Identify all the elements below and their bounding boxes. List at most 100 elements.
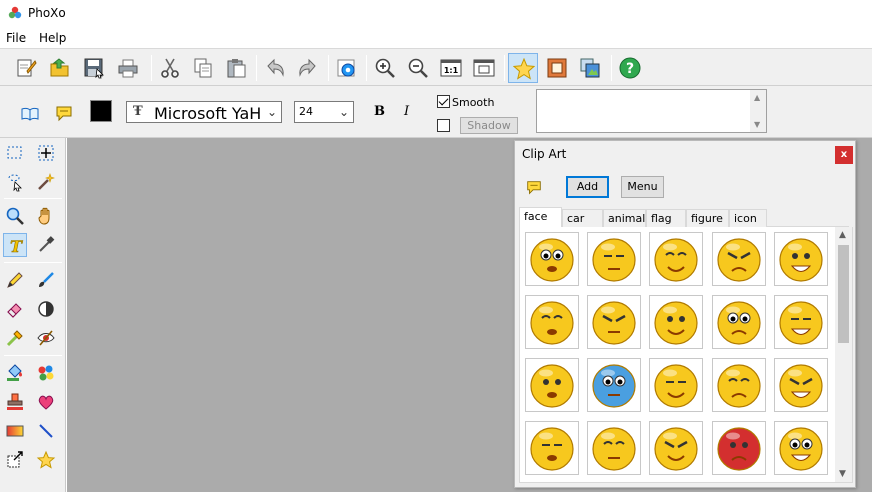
hand-tool[interactable] (34, 204, 58, 228)
zoom-tool[interactable] (3, 204, 27, 228)
clip-art-face-item[interactable] (525, 295, 579, 349)
frame-button[interactable] (542, 53, 572, 83)
book-icon[interactable] (20, 104, 40, 124)
clip-art-face-item[interactable] (712, 232, 766, 286)
smudge-tool[interactable] (3, 326, 27, 350)
clip-art-face-item[interactable] (649, 421, 703, 475)
print-button[interactable] (113, 53, 143, 83)
cut-button[interactable] (155, 53, 185, 83)
text-input-scrollbar[interactable]: ▲ ▼ (750, 90, 766, 132)
redo-button[interactable] (293, 53, 323, 83)
italic-button[interactable]: I (404, 104, 409, 119)
clip-art-face-item[interactable] (649, 232, 703, 286)
clip-art-grid: ▲ ▼ (519, 227, 853, 483)
open-button[interactable] (45, 53, 75, 83)
clip-art-face-item[interactable] (587, 358, 641, 412)
eraser-tool[interactable] (3, 297, 27, 321)
paste-button[interactable] (221, 53, 251, 83)
clip-art-face-item[interactable] (774, 295, 828, 349)
text-input[interactable]: ▲ ▼ (536, 89, 767, 133)
shape-tool[interactable] (34, 448, 58, 472)
stamp-tool[interactable] (3, 390, 27, 414)
contrast-icon (38, 301, 54, 317)
scroll-up-icon[interactable]: ▲ (839, 230, 846, 240)
line-tool[interactable] (34, 419, 58, 443)
scroll-down-icon[interactable]: ▼ (839, 469, 846, 479)
pencil-tool[interactable] (3, 268, 27, 292)
text-color-swatch[interactable] (90, 100, 112, 122)
heal-tool[interactable] (34, 390, 58, 414)
red-eye-tool[interactable] (34, 326, 58, 350)
clip-art-face-item[interactable] (587, 295, 641, 349)
save-button[interactable] (79, 53, 109, 83)
font-size-value: 24 (299, 105, 313, 118)
magic-wand-tool[interactable] (34, 170, 58, 194)
zoom-out-button[interactable] (403, 53, 433, 83)
speech-bubble-icon[interactable] (54, 104, 74, 124)
help-button[interactable]: ? (615, 53, 645, 83)
text-tool[interactable]: T (3, 233, 27, 257)
new-document-button[interactable] (11, 53, 41, 83)
clip-art-face-item[interactable] (712, 421, 766, 475)
zoom-in-button[interactable] (370, 53, 400, 83)
menu-help[interactable]: Help (39, 31, 66, 45)
add-button[interactable]: Add (566, 176, 609, 198)
clip-art-face-item[interactable] (774, 421, 828, 475)
face-emoji-icon (779, 301, 823, 345)
shadow-checkbox[interactable] (437, 119, 450, 132)
clip-art-face-item[interactable] (774, 232, 828, 286)
scroll-thumb[interactable] (838, 245, 849, 343)
clip-art-face-item[interactable] (587, 421, 641, 475)
shadow-button[interactable]: Shadow (460, 117, 518, 134)
clip-art-face-item[interactable] (525, 358, 579, 412)
close-button[interactable]: x (835, 146, 853, 164)
eyedropper-tool[interactable] (34, 233, 58, 257)
transform-tool[interactable] (3, 448, 27, 472)
lasso-tool[interactable] (3, 170, 27, 194)
settings-button[interactable] (332, 53, 362, 83)
tab-flag[interactable]: flag (646, 209, 686, 227)
bold-button[interactable]: B (374, 104, 385, 119)
clip-art-face-item[interactable] (525, 421, 579, 475)
menu-file[interactable]: File (6, 31, 26, 45)
fill-tool[interactable] (3, 361, 27, 385)
tab-animal[interactable]: animal (603, 209, 646, 227)
actual-size-button[interactable]: 1:1 (436, 53, 466, 83)
brush-tool[interactable] (34, 268, 58, 292)
clip-art-face-item[interactable] (649, 358, 703, 412)
tab-car[interactable]: car (562, 209, 603, 227)
fit-window-button[interactable] (469, 53, 499, 83)
font-size-select[interactable]: 24 ⌄ (294, 101, 354, 123)
clip-art-face-item[interactable] (712, 295, 766, 349)
clip-art-scrollbar[interactable]: ▲ ▼ (835, 227, 852, 482)
copy-button[interactable] (188, 53, 218, 83)
zoom-in-icon (375, 58, 395, 78)
color-replace-tool[interactable] (34, 361, 58, 385)
clip-art-face-item[interactable] (587, 232, 641, 286)
clip-art-face-item[interactable] (774, 358, 828, 412)
clip-art-face-item[interactable] (712, 358, 766, 412)
layers-button[interactable] (575, 53, 605, 83)
rect-select-tool[interactable] (3, 141, 27, 165)
scroll-down-icon[interactable]: ▼ (754, 120, 760, 129)
gear-icon (337, 59, 355, 77)
tab-icon[interactable]: icon (729, 209, 767, 227)
line-icon (39, 424, 53, 438)
effects-button[interactable] (508, 53, 538, 83)
actual-size-icon: 1:1 (440, 59, 462, 77)
font-select[interactable]: Ŧ Microsoft YaH ⌄ (126, 101, 282, 123)
clip-art-title: Clip Art (522, 147, 567, 161)
tab-face[interactable]: face (519, 207, 562, 228)
menu-button[interactable]: Menu (621, 176, 664, 198)
face-emoji-icon (779, 427, 823, 471)
undo-button[interactable] (260, 53, 290, 83)
contrast-tool[interactable] (34, 297, 58, 321)
scroll-up-icon[interactable]: ▲ (754, 93, 760, 102)
gradient-tool[interactable] (3, 419, 27, 443)
clip-art-face-item[interactable] (649, 295, 703, 349)
toolbar-separator (256, 55, 257, 81)
move-tool[interactable] (34, 141, 58, 165)
tab-figure[interactable]: figure (686, 209, 729, 227)
clip-art-face-item[interactable] (525, 232, 579, 286)
smooth-checkbox[interactable] (437, 95, 450, 108)
